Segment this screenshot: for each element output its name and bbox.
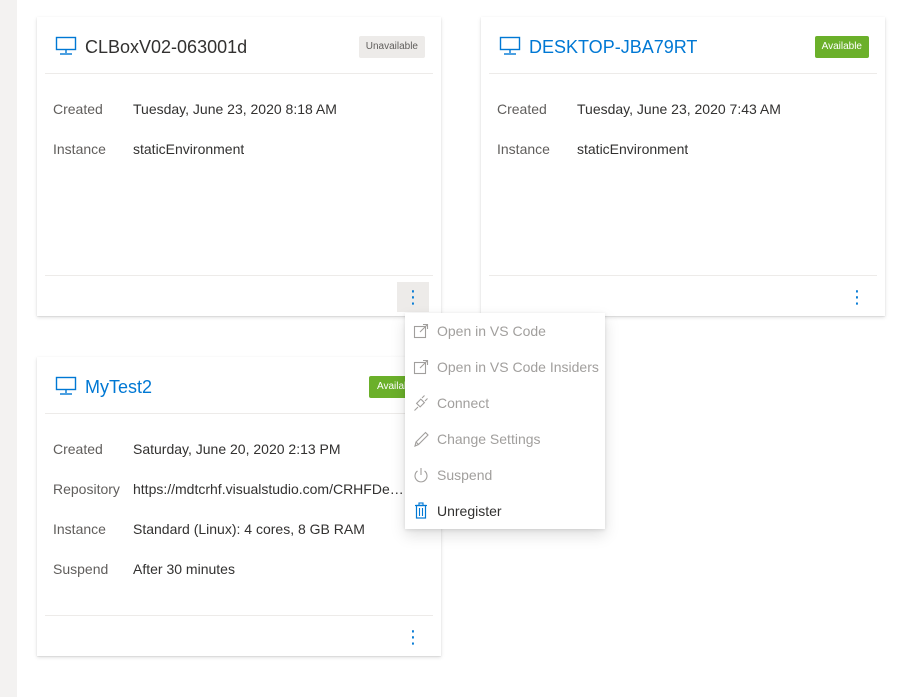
menu-item-label: Unregister <box>437 503 502 519</box>
card-header: CLBoxV02-063001d Unavailable <box>45 17 433 74</box>
pencil-icon <box>414 431 429 447</box>
menu-item-unregister[interactable]: Unregister <box>405 493 605 529</box>
left-gutter <box>0 0 17 697</box>
card-footer: ⋮ <box>489 275 877 316</box>
detail-label: Created <box>497 101 547 117</box>
environment-card-mytest2: MyTest2 Available Created Saturday, June… <box>37 357 441 656</box>
menu-item-label: Open in VS Code <box>437 323 546 339</box>
environment-card-clbox: CLBoxV02-063001d Unavailable Created Tue… <box>37 17 441 316</box>
detail-value: Saturday, June 20, 2020 2:13 PM <box>133 441 341 457</box>
detail-value: Tuesday, June 23, 2020 8:18 AM <box>133 101 337 117</box>
menu-item-change-settings[interactable]: Change Settings <box>405 421 605 457</box>
power-icon <box>414 468 428 483</box>
computer-icon <box>55 36 77 55</box>
detail-value: After 30 minutes <box>133 561 235 577</box>
more-options-button[interactable]: ⋮ <box>397 282 429 312</box>
context-menu: Open in VS Code Open in VS Code Insiders… <box>405 313 605 529</box>
menu-item-connect[interactable]: Connect <box>405 385 605 421</box>
detail-label: Instance <box>53 141 106 157</box>
plug-icon <box>414 395 428 411</box>
card-title: CLBoxV02-063001d <box>85 37 248 57</box>
detail-row-created: Created Tuesday, June 23, 2020 7:43 AM <box>497 99 869 139</box>
detail-value: staticEnvironment <box>133 141 245 157</box>
card-header: DESKTOP-JBA79RT Available <box>489 17 877 74</box>
environment-card-desktop: DESKTOP-JBA79RT Available Created Tuesda… <box>481 17 885 316</box>
status-badge: Available <box>814 36 869 58</box>
detail-row-instance: Instance staticEnvironment <box>53 139 425 179</box>
card-footer: ⋮ <box>45 615 433 656</box>
detail-row-instance: Instance staticEnvironment <box>497 139 869 179</box>
detail-label: Instance <box>53 521 106 537</box>
trash-icon <box>415 502 427 519</box>
menu-item-open-vscode[interactable]: Open in VS Code <box>405 313 605 349</box>
menu-item-open-vscode-insiders[interactable]: Open in VS Code Insiders <box>405 349 605 385</box>
menu-item-suspend[interactable]: Suspend <box>405 457 605 493</box>
more-options-button[interactable]: ⋮ <box>397 622 429 652</box>
detail-row-instance: Instance Standard (Linux): 4 cores, 8 GB… <box>53 519 425 559</box>
detail-value: Standard (Linux): 4 cores, 8 GB RAM <box>133 521 365 537</box>
detail-label: Suspend <box>53 561 109 577</box>
more-options-button[interactable]: ⋮ <box>841 282 873 312</box>
computer-icon <box>499 36 521 55</box>
status-badge: Unavailable <box>358 36 425 58</box>
menu-item-label: Connect <box>437 395 490 411</box>
card-footer: ⋮ <box>45 275 433 316</box>
card-title-link[interactable]: MyTest2 <box>85 375 152 399</box>
detail-value: staticEnvironment <box>577 141 689 157</box>
detail-label: Instance <box>497 141 550 157</box>
menu-item-label: Open in VS Code Insiders <box>437 359 599 375</box>
menu-item-label: Suspend <box>437 467 493 483</box>
detail-row-suspend: Suspend After 30 minutes <box>53 559 425 599</box>
detail-label: Created <box>53 441 103 457</box>
detail-value: Tuesday, June 23, 2020 7:43 AM <box>577 101 781 117</box>
detail-row-repository: Repository https://mdtcrhf.visualstudio.… <box>53 479 425 519</box>
open-external-icon <box>413 359 429 375</box>
detail-label: Created <box>53 101 103 117</box>
detail-row-created: Created Saturday, June 20, 2020 2:13 PM <box>53 439 425 479</box>
detail-label: Repository <box>53 481 120 497</box>
detail-value: https://mdtcrhf.visualstudio.com/CRHFDev… <box>133 481 405 497</box>
menu-item-label: Change Settings <box>437 431 541 447</box>
detail-row-created: Created Tuesday, June 23, 2020 8:18 AM <box>53 99 425 139</box>
card-title-link[interactable]: DESKTOP-JBA79RT <box>529 35 697 59</box>
card-header: MyTest2 Available <box>45 357 435 414</box>
computer-icon <box>55 376 77 395</box>
open-external-icon <box>413 323 429 339</box>
